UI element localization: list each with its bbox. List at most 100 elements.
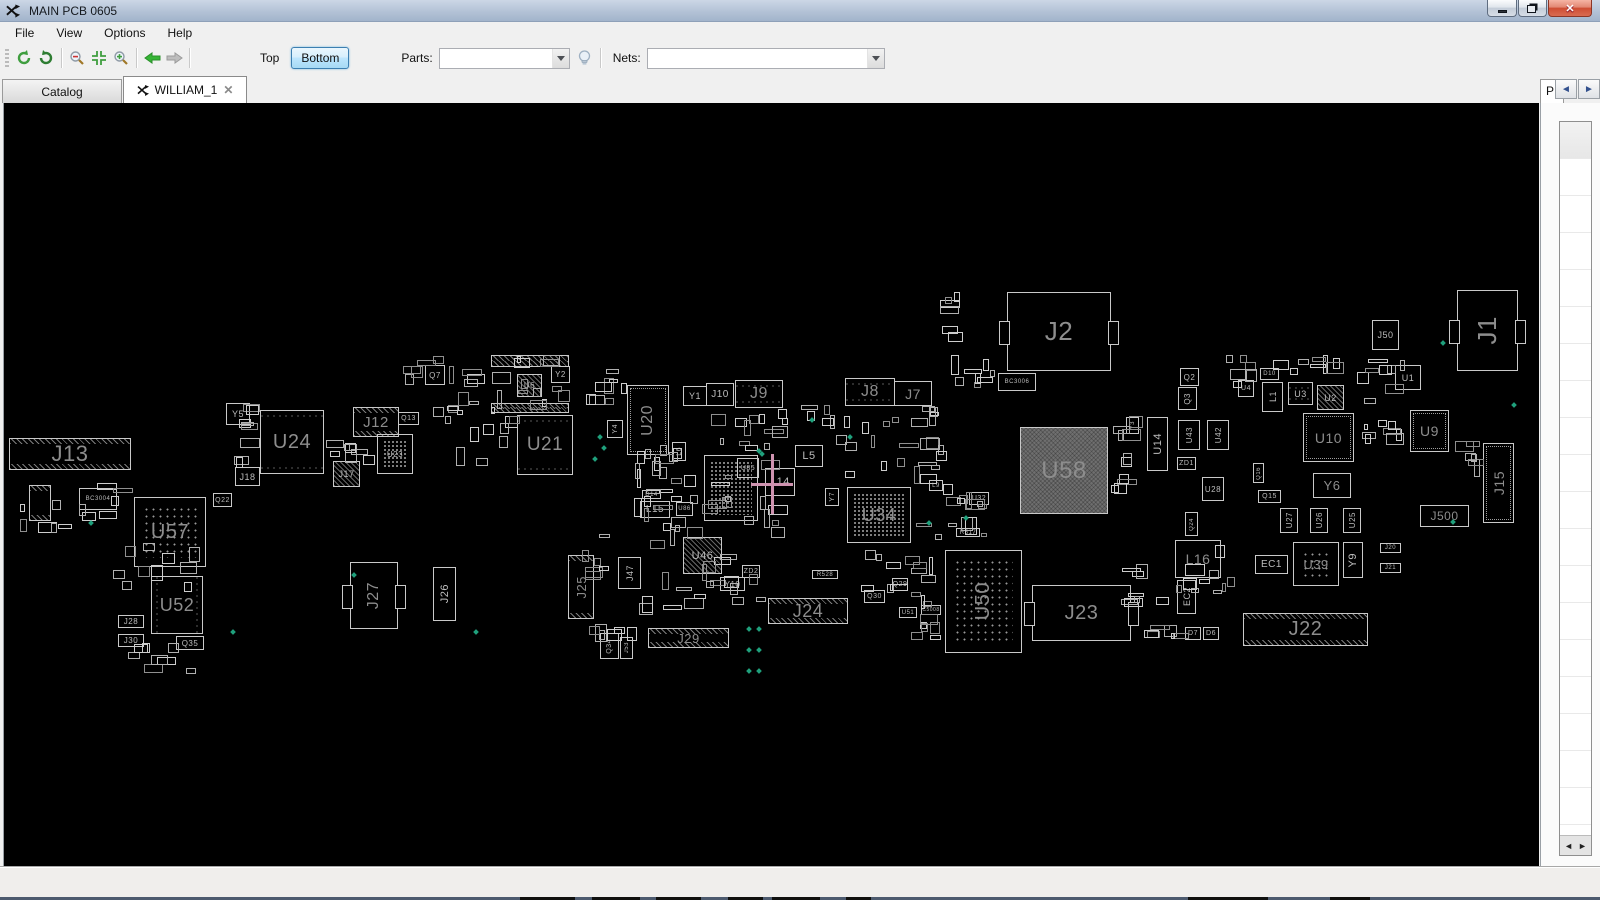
pcb-component-J26[interactable]: J26 — [433, 567, 456, 621]
pcb-component-J23[interactable]: J23 — [1032, 585, 1131, 641]
pcb-component-U2[interactable]: U2 — [1317, 385, 1344, 410]
tab-catalog[interactable]: Catalog — [2, 79, 122, 103]
pcb-component-U86[interactable]: U86 — [676, 502, 693, 516]
pcb-component-U50[interactable]: U50 — [945, 550, 1022, 653]
menu-view[interactable]: View — [45, 23, 93, 43]
pcb-canvas[interactable]: J13Y5BC3004U57U52J28J30Q35U24J12U23J17J1… — [3, 103, 1539, 866]
pcb-component-J20[interactable]: J20 — [1380, 543, 1401, 553]
pcb-component-Y6[interactable]: Y6 — [1313, 473, 1351, 498]
nav-forward-button[interactable] — [163, 47, 185, 69]
tab-scroll-left-button[interactable]: ◄ — [1555, 79, 1577, 99]
pcb-component-R528[interactable]: R528 — [812, 570, 838, 579]
pcb-component-Y7[interactable]: Y7 — [825, 488, 839, 506]
pcb-component-Y1[interactable]: Y1 — [683, 386, 707, 406]
toolbar-grip[interactable] — [5, 49, 9, 67]
pcb-component-Y4[interactable]: Y4 — [607, 420, 623, 438]
pcb-component-J2[interactable]: J2 — [1007, 292, 1111, 371]
pcb-component-U26[interactable]: U26 — [1310, 508, 1328, 533]
pcb-component-J27[interactable]: J27 — [350, 562, 398, 629]
pcb-component-L14[interactable]: L14 — [765, 468, 795, 496]
pcb-component-J500[interactable]: J500 — [1420, 505, 1469, 527]
side-list[interactable]: ◄ ► — [1559, 121, 1592, 856]
pcb-component-J47[interactable]: J47 — [618, 557, 641, 589]
pcb-component-J21[interactable]: J21 — [1380, 563, 1401, 573]
pcb-component-L5[interactable]: L5 — [795, 445, 823, 467]
pcb-component-EC1[interactable]: EC1 — [1255, 555, 1288, 574]
pcb-component-Q16[interactable]: Q16 — [1253, 463, 1264, 483]
nav-back-button[interactable] — [141, 47, 163, 69]
pager-left-icon[interactable]: ◄ — [1564, 841, 1573, 851]
pcb-component-U39[interactable]: U39 — [1293, 542, 1339, 586]
pcb-component-BC3006[interactable]: BC3006 — [998, 373, 1036, 391]
pcb-component-J22[interactable]: J22 — [1243, 613, 1368, 646]
parts-combobox[interactable] — [439, 48, 570, 69]
pcb-component-J15[interactable]: J15 — [1483, 443, 1514, 523]
nets-combobox[interactable] — [647, 48, 885, 69]
pcb-component-U9[interactable]: U9 — [1410, 410, 1449, 452]
pcb-component-Q2[interactable]: Q2 — [1180, 368, 1199, 386]
minimize-button[interactable] — [1487, 0, 1517, 17]
zoom-out-button[interactable] — [66, 47, 88, 69]
pcb-component-Q15[interactable]: Q15 — [1258, 490, 1281, 503]
close-button[interactable]: ✕ — [1548, 0, 1592, 17]
tab-close-icon[interactable]: ✕ — [223, 83, 233, 97]
pcb-component-U14[interactable]: U14 — [1147, 417, 1168, 471]
pcb-component-U21[interactable]: U21 — [517, 415, 573, 475]
pcb-component-U34[interactable]: U34 — [847, 487, 911, 543]
pcb-component-U43[interactable]: U43 — [1178, 420, 1200, 450]
lamp-icon[interactable] — [574, 47, 596, 69]
pcb-component-U51[interactable]: U51 — [899, 607, 917, 618]
pcb-component-J17[interactable]: J17 — [333, 461, 360, 487]
parts-dropdown-arrow[interactable] — [552, 49, 569, 68]
titlebar[interactable]: MAIN PCB 0605 ✕ — [0, 0, 1600, 22]
pcb-component-U3[interactable]: U3 — [1288, 382, 1313, 405]
pcb-component-J10[interactable]: J10 — [706, 383, 734, 406]
rotate-ccw-button[interactable] — [13, 47, 35, 69]
rotate-cw-button[interactable] — [35, 47, 57, 69]
pcb-component-Y9[interactable]: Y9 — [1343, 542, 1363, 578]
pcb-component-Q7[interactable]: Q7 — [425, 365, 445, 385]
top-toggle[interactable]: Top — [252, 48, 287, 68]
pcb-component-U25[interactable]: U25 — [1343, 508, 1361, 533]
pcb-component-J8[interactable]: J8 — [845, 378, 895, 406]
pager-right-icon[interactable]: ► — [1578, 841, 1587, 851]
nets-dropdown-arrow[interactable] — [867, 49, 884, 68]
menu-options[interactable]: Options — [93, 23, 156, 43]
pcb-component-Q22[interactable]: Q22 — [213, 493, 232, 507]
pcb-component-Q3[interactable]: Q3 — [1178, 387, 1197, 410]
pcb-component-J50[interactable]: J50 — [1372, 320, 1399, 350]
pcb-component-D6[interactable]: D6 — [1203, 627, 1219, 640]
pcb-component-U28[interactable]: U28 — [1202, 477, 1224, 501]
restore-button[interactable] — [1518, 0, 1547, 17]
pcb-component-J13[interactable]: J13 — [9, 438, 131, 470]
pcb-component-J1[interactable]: J1 — [1457, 290, 1518, 371]
pcb-component-Q24[interactable]: Q24 — [1185, 512, 1198, 536]
tab-scroll-right-button[interactable]: ► — [1578, 79, 1600, 99]
pcb-component-U27[interactable]: U27 — [1280, 508, 1298, 533]
pcb-component-J7[interactable]: J7 — [894, 381, 932, 406]
pcb-component-U52[interactable]: U52 — [151, 576, 203, 634]
menu-file[interactable]: File — [4, 23, 45, 43]
pcb-component-ZD1[interactable]: ZD1 — [1177, 457, 1196, 470]
pcb-component-J25[interactable]: J25 — [568, 555, 594, 619]
bottom-toggle[interactable]: Bottom — [291, 47, 349, 69]
menu-help[interactable]: Help — [157, 23, 204, 43]
pcb-component-J29[interactable]: J29 — [648, 628, 729, 648]
side-list-pager[interactable]: ◄ ► — [1560, 835, 1591, 855]
pcb-component-J12[interactable]: J12 — [353, 407, 399, 437]
pcb-component-U10[interactable]: U10 — [1303, 413, 1354, 462]
pcb-component-L1[interactable]: L1 — [1262, 382, 1283, 412]
pcb-component-U58[interactable]: U58 — [1020, 427, 1108, 514]
pcb-component-Q13[interactable]: Q13 — [398, 412, 419, 425]
pcb-component-U24[interactable]: U24 — [260, 410, 324, 474]
pcb-component-J28[interactable]: J28 — [118, 615, 144, 628]
pcb-component-U23[interactable]: U23 — [377, 434, 413, 474]
pcb-component-J9[interactable]: J9 — [735, 380, 783, 408]
zoom-fit-button[interactable] — [88, 47, 110, 69]
pcb-component-U42[interactable]: U42 — [1207, 420, 1229, 450]
pcb-component-J24[interactable]: J24 — [768, 598, 848, 624]
pcb-component-J18[interactable]: J18 — [235, 467, 260, 486]
zoom-in-button[interactable] — [110, 47, 132, 69]
pcb-component-Q35[interactable]: Q35 — [176, 636, 204, 650]
pcb-component-Y2[interactable]: Y2 — [551, 366, 570, 383]
